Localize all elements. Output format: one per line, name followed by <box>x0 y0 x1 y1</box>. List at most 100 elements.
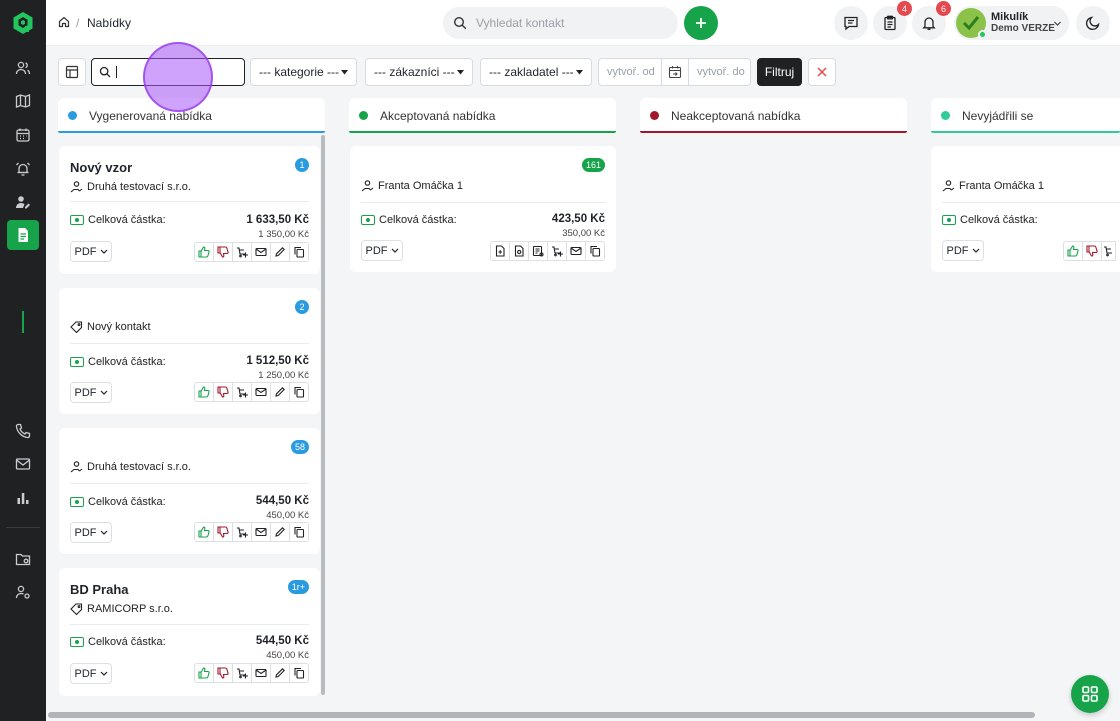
tasks-button[interactable]: 4 <box>873 1 912 40</box>
card-actions <box>490 241 605 261</box>
send-email-button[interactable] <box>566 241 586 261</box>
cart-plus-icon <box>237 387 248 398</box>
offer-card[interactable]: Nový vzor 1 Druhá testovací s.r.o. Celko… <box>59 146 320 274</box>
chevron-down-icon <box>100 249 107 254</box>
convert-to-order-button[interactable] <box>232 663 252 683</box>
pencil-icon <box>275 387 285 397</box>
thumbs-down-icon <box>217 246 229 258</box>
copy-button[interactable] <box>289 242 309 262</box>
sidebar-stats-icon[interactable] <box>7 483 39 513</box>
customers-select[interactable]: --- zákazníci --- <box>365 58 473 86</box>
reject-button[interactable] <box>213 382 233 402</box>
reject-button[interactable] <box>213 522 233 542</box>
board-horizontal-scrollbar[interactable] <box>48 712 1035 718</box>
dark-mode-toggle[interactable] <box>1076 6 1110 40</box>
category-select[interactable]: --- kategorie --- <box>250 58 357 86</box>
reject-button[interactable] <box>213 242 233 262</box>
caret-down-icon <box>341 69 348 74</box>
app-logo[interactable] <box>11 11 35 35</box>
sidebar-mail-icon[interactable] <box>7 449 39 479</box>
file-invoice-icon <box>495 245 505 257</box>
card-contact[interactable]: Druhá testovací s.r.o. <box>70 181 191 193</box>
delivery-note-button[interactable] <box>528 241 548 261</box>
send-email-button[interactable] <box>251 663 271 683</box>
notifications-button[interactable]: 6 <box>912 1 951 40</box>
add-new-button[interactable] <box>684 6 718 40</box>
edit-button[interactable] <box>270 522 290 542</box>
grid-icon <box>1082 686 1098 702</box>
view-toggle-button[interactable] <box>58 58 86 86</box>
edit-button[interactable] <box>270 382 290 402</box>
user-menu[interactable]: Mikulík Demo VERZE <box>954 6 1069 40</box>
contact-search-input[interactable]: Vyhledat kontakt <box>443 7 678 39</box>
created-to-input[interactable]: vytvoř. do <box>688 58 751 86</box>
accept-button[interactable] <box>194 663 214 683</box>
pdf-dropdown[interactable]: PDF <box>361 240 403 261</box>
card-actions <box>194 382 309 402</box>
accept-button[interactable] <box>1063 241 1083 261</box>
pdf-dropdown[interactable]: PDF <box>70 241 112 262</box>
apps-menu-button[interactable] <box>1071 675 1109 713</box>
chevron-down-icon <box>391 248 398 253</box>
offer-card[interactable]: Franta Omáčka 1 Celková částka: PDF <box>931 146 1120 272</box>
card-contact[interactable]: Franta Omáčka 1 <box>942 180 1044 192</box>
pdf-dropdown[interactable]: PDF <box>942 240 984 261</box>
created-from-input[interactable]: vytvoř. od <box>598 58 662 86</box>
pdf-dropdown[interactable]: PDF <box>70 382 112 403</box>
card-badge: 2 <box>295 300 309 314</box>
invoice-button[interactable] <box>490 241 510 261</box>
cart-plus-icon <box>237 668 248 679</box>
edit-button[interactable] <box>270 663 290 683</box>
reject-button[interactable] <box>213 663 233 683</box>
filter-button[interactable]: Filtruj <box>757 58 802 86</box>
card-actions <box>194 522 309 542</box>
card-contact[interactable]: Nový kontakt <box>70 321 151 333</box>
messages-button[interactable] <box>834 6 868 40</box>
convert-to-order-button[interactable] <box>232 242 252 262</box>
sidebar-offers-icon[interactable] <box>7 220 39 250</box>
offer-card[interactable]: 161 Franta Omáčka 1 Celková částka: 423,… <box>350 146 616 272</box>
accept-button[interactable] <box>194 242 214 262</box>
sidebar-map-icon[interactable] <box>7 86 39 116</box>
card-contact-name: RAMICORP s.r.o. <box>87 603 173 615</box>
clear-filter-button[interactable] <box>808 58 836 86</box>
convert-to-order-button[interactable] <box>232 522 252 542</box>
send-email-button[interactable] <box>251 242 271 262</box>
column-scrollbar[interactable] <box>321 135 325 695</box>
send-email-button[interactable] <box>251 382 271 402</box>
send-email-button[interactable] <box>251 522 271 542</box>
pdf-dropdown[interactable]: PDF <box>70 522 112 543</box>
convert-to-order-button[interactable] <box>1101 241 1116 261</box>
convert-to-order-button[interactable] <box>232 382 252 402</box>
reject-button[interactable] <box>1082 241 1102 261</box>
proforma-button[interactable] <box>509 241 529 261</box>
offer-card[interactable]: 58 Druhá testovací s.r.o. Celková částka… <box>59 428 320 554</box>
accept-button[interactable] <box>194 382 214 402</box>
sidebar-user-edit-icon[interactable] <box>7 187 39 217</box>
sidebar-contacts-icon[interactable] <box>7 53 39 83</box>
card-contact[interactable]: RAMICORP s.r.o. <box>70 603 173 615</box>
copy-button[interactable] <box>289 663 309 683</box>
offer-card[interactable]: BD Praha 1r+ RAMICORP s.r.o. Celková čás… <box>59 568 320 696</box>
sidebar-user-settings-icon[interactable] <box>7 577 39 607</box>
home-icon[interactable] <box>58 16 70 28</box>
offer-card[interactable]: 2 Nový kontakt Celková částka: 1 512,50 … <box>59 288 320 414</box>
sidebar-calendar-icon[interactable] <box>7 120 39 150</box>
sidebar-alarm-icon[interactable] <box>7 154 39 184</box>
edit-button[interactable] <box>270 242 290 262</box>
offer-search-input[interactable] <box>91 58 245 86</box>
copy-button[interactable] <box>585 241 605 261</box>
card-contact[interactable]: Druhá testovací s.r.o. <box>70 461 191 473</box>
sidebar-phone-icon[interactable] <box>7 416 39 446</box>
thumbs-up-icon <box>1067 245 1079 257</box>
card-contact[interactable]: Franta Omáčka 1 <box>361 180 463 192</box>
pdf-dropdown[interactable]: PDF <box>70 663 112 684</box>
copy-button[interactable] <box>289 522 309 542</box>
convert-to-order-button[interactable] <box>547 241 567 261</box>
date-range-icon[interactable] <box>662 58 688 86</box>
accept-button[interactable] <box>194 522 214 542</box>
founder-select[interactable]: --- zakladatel --- <box>480 58 592 86</box>
sidebar-folder-icon[interactable] <box>7 544 39 574</box>
card-divider <box>361 202 605 203</box>
copy-button[interactable] <box>289 382 309 402</box>
